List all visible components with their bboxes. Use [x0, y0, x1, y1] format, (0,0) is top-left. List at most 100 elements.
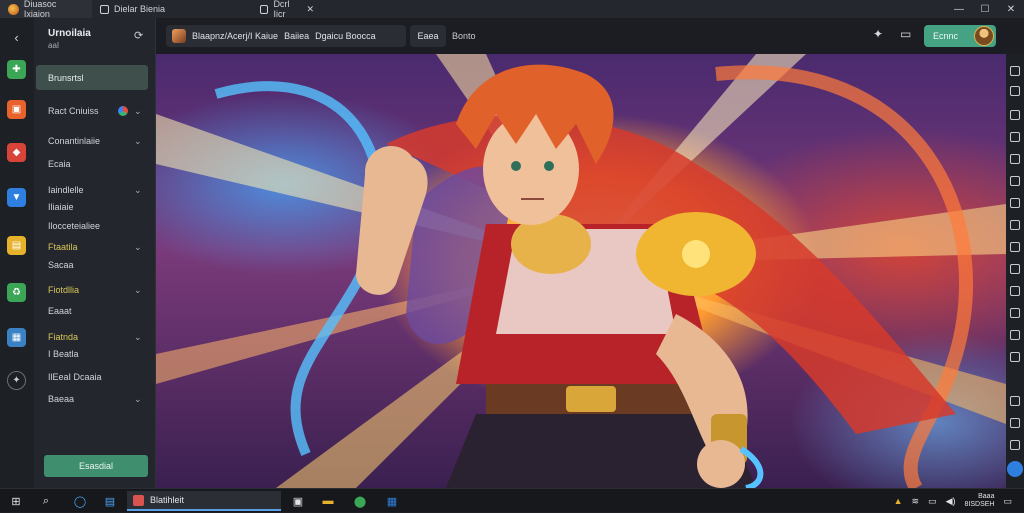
cortana-icon[interactable]: ◯	[72, 493, 88, 509]
task-view-icon[interactable]: ▤	[102, 493, 118, 509]
hero-eye-left	[511, 161, 521, 171]
folder-icon[interactable]: ▬	[320, 493, 336, 509]
sidebar-item[interactable]: Fiotdllia	[48, 285, 79, 295]
tool-icon[interactable]	[1010, 308, 1020, 318]
hero-fist	[365, 146, 417, 198]
tool-icon[interactable]	[1010, 330, 1020, 340]
refresh-icon[interactable]: ⟳	[134, 29, 143, 42]
chevron-down-icon[interactable]: ⌄	[134, 185, 142, 196]
search-field[interactable]: Blaapnz/Acerj/I Kaiue Baiiea Dgaicu Booc…	[166, 25, 406, 47]
taskbar-app-active[interactable]: Blatihleit	[127, 491, 281, 511]
tool-icon[interactable]	[1010, 66, 1020, 76]
chevron-down-icon[interactable]: ⌄	[134, 106, 142, 117]
filter-label[interactable]: Dgaicu Boocca	[315, 31, 376, 41]
sidebar-subitem[interactable]: I Beatla	[48, 349, 79, 359]
tool-icon[interactable]	[1010, 286, 1020, 296]
chevron-down-icon[interactable]: ⌄	[134, 242, 142, 253]
tool-icon[interactable]	[1010, 154, 1020, 164]
chip-button[interactable]: Eaea	[410, 25, 446, 47]
tool-icon[interactable]	[1010, 396, 1020, 406]
tool-icon[interactable]	[1010, 352, 1020, 362]
sidebar-item[interactable]: Fiatnda	[48, 332, 78, 342]
shield-icon[interactable]: ⬤	[352, 493, 368, 509]
sidebar-subitem[interactable]: Eaaat	[48, 306, 72, 316]
energy-swirl-blue	[214, 81, 384, 456]
window-tab-1[interactable]: Diuasoc Ixiaion	[0, 0, 92, 19]
assistant-button[interactable]	[1007, 461, 1023, 477]
search-input[interactable]: Blaapnz/Acerj/I Kaiue	[192, 31, 278, 41]
right-tool-rail	[1006, 54, 1024, 488]
network-icon[interactable]: ≋	[912, 496, 920, 507]
artwork-canvas[interactable]	[156, 54, 1006, 488]
clock[interactable]: Baaa 8ISDSEH	[965, 493, 995, 509]
chevron-down-icon[interactable]: ⌄	[134, 136, 142, 147]
sidebar-subitem[interactable]: Ecaia	[48, 159, 71, 169]
tool-icon[interactable]	[1010, 176, 1020, 186]
tool-icon[interactable]	[1010, 86, 1020, 96]
window-tab-2[interactable]: Dielar Bienia	[92, 0, 252, 18]
sidebar-subitem[interactable]: Baeaa	[48, 394, 74, 404]
avatar[interactable]	[974, 26, 994, 46]
window-tab-3[interactable]: Dcrl Iicr ✕	[252, 0, 322, 19]
sidebar-item-active[interactable]: Brunsrtsl	[36, 65, 148, 90]
tool-icon[interactable]	[1010, 132, 1020, 142]
sidebar-item[interactable]: IlEeaI Dcaaia	[48, 372, 102, 382]
search-icon[interactable]: ⌕	[38, 493, 54, 509]
tool-icon[interactable]	[1010, 242, 1020, 252]
chevron-down-icon[interactable]: ⌄	[134, 332, 142, 343]
close-button[interactable]: ✕	[998, 0, 1024, 18]
sidebar-subitem[interactable]: Ilocceteialiee	[48, 221, 100, 231]
tool-icon[interactable]	[1010, 440, 1020, 450]
filter-label[interactable]: Baiiea	[284, 31, 309, 41]
volume-icon[interactable]: ◀)	[946, 496, 956, 507]
tool-icon[interactable]	[1010, 198, 1020, 208]
battery-icon[interactable]: ▭	[928, 496, 937, 507]
folder-icon[interactable]: ▤	[7, 236, 26, 255]
back-icon[interactable]: ‹	[7, 28, 26, 47]
sidebar-subitem[interactable]: Iliaiaie	[48, 202, 74, 212]
tool-icon[interactable]	[1010, 418, 1020, 428]
store-icon[interactable]: ▦	[384, 493, 400, 509]
maximize-button[interactable]: ☐	[972, 0, 998, 18]
tool-icon[interactable]	[1010, 264, 1020, 274]
belt-buckle	[566, 386, 616, 412]
sidebar-item[interactable]: Ftaatila	[48, 242, 78, 252]
minimize-button[interactable]: —	[946, 0, 972, 18]
gamepad-icon[interactable]: ✚	[7, 60, 26, 79]
chevron-down-icon[interactable]: ⌄	[134, 285, 142, 296]
settings-icon[interactable]: ✦	[7, 371, 26, 390]
hero-lower-fist	[697, 440, 745, 488]
warning-icon[interactable]: ▲	[894, 496, 903, 506]
chevron-down-icon[interactable]: ⌄	[134, 394, 142, 405]
screen-icon[interactable]: ▭	[900, 27, 911, 41]
sidebar-subtitle: aaI	[48, 41, 60, 50]
start-icon[interactable]: ⊞	[8, 493, 24, 509]
controller-icon[interactable]: ◆	[7, 143, 26, 162]
taskbar-app-label: Blatihleit	[150, 495, 185, 505]
tool-icon[interactable]	[1010, 220, 1020, 230]
app-logo-icon	[8, 3, 19, 15]
tool-icon[interactable]	[1010, 110, 1020, 120]
primary-button[interactable]: Ecnnc	[924, 25, 996, 47]
pin-icon[interactable]: ✦	[873, 27, 883, 41]
sidebar-item[interactable]: Ract Cniuiss	[48, 106, 99, 116]
window-icon[interactable]: ▦	[7, 328, 26, 347]
download-icon[interactable]: ▼	[7, 188, 26, 207]
document-icon	[100, 4, 109, 14]
store-icon[interactable]: ▣	[7, 100, 26, 119]
notifications-icon[interactable]: ▭	[1003, 496, 1012, 507]
hero-artwork	[156, 54, 1006, 488]
window-icon[interactable]: ▣	[290, 493, 306, 509]
window-tab-label: Dielar Bienia	[114, 4, 166, 14]
sidebar-item[interactable]: Conantinlaiie	[48, 136, 100, 146]
icon-rail: ‹ ✚ ▣ ◆ ▼ ▤ ♻ ▦ ✦	[0, 18, 34, 488]
clock-date: 8ISDSEH	[964, 501, 995, 508]
toolbar: Blaapnz/Acerj/I Kaiue Baiiea Dgaicu Booc…	[156, 18, 1006, 54]
tab-close-icon[interactable]: ✕	[306, 4, 314, 15]
sidebar-action-button[interactable]: Esasdial	[44, 455, 148, 477]
app-icon	[133, 494, 144, 506]
sidebar-subitem[interactable]: Sacaa	[48, 260, 74, 270]
sidebar-item[interactable]: Iaindlelle	[48, 185, 84, 195]
chip-button[interactable]: Bonto	[452, 25, 476, 47]
recycle-icon[interactable]: ♻	[7, 283, 26, 302]
